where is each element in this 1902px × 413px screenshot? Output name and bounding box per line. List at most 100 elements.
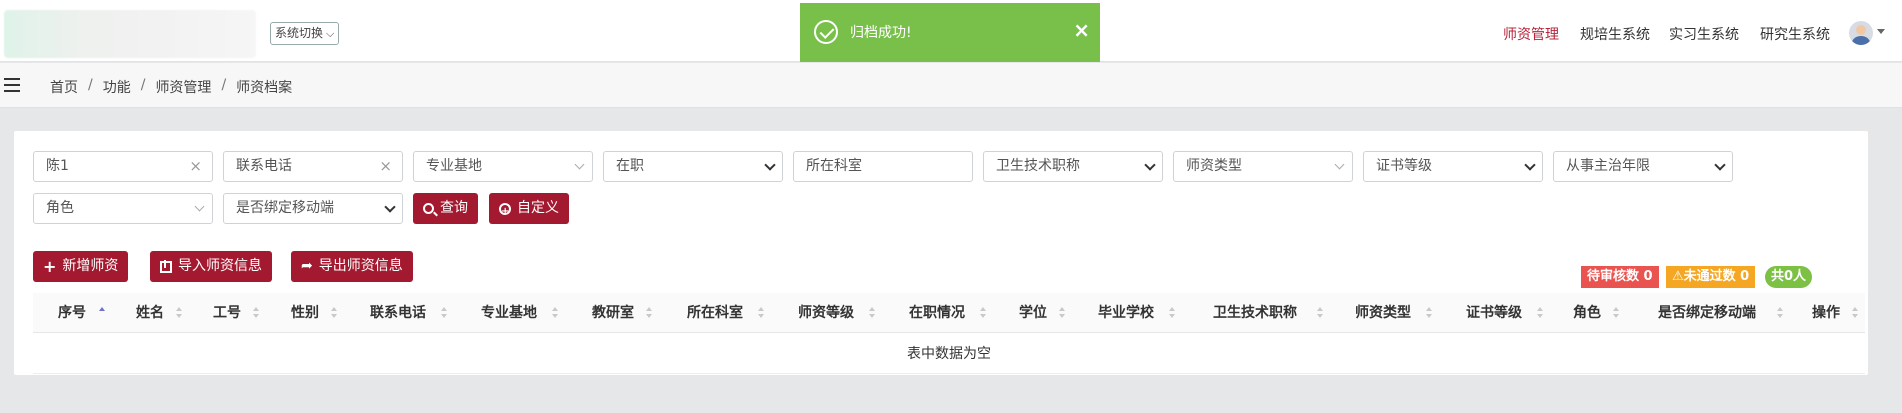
chevron-down-icon (1334, 159, 1345, 170)
column-header-actions[interactable]: 操作 (1812, 293, 1840, 333)
import-teacher-label: 导入师资信息 (178, 258, 262, 274)
sort-icon[interactable] (1613, 307, 1619, 319)
sort-icon[interactable] (1169, 307, 1175, 319)
plus-icon: + (43, 257, 57, 276)
cert-select[interactable]: 证书等级 (1363, 151, 1543, 182)
column-header-index[interactable]: 序号 (58, 293, 86, 333)
breadcrumb-teacher-archive: 师资档案 (236, 80, 293, 96)
nav-graduate-system[interactable]: 研究生系统 (1760, 24, 1830, 44)
column-header-school[interactable]: 毕业学校 (1098, 293, 1154, 333)
chevron-down-icon (1714, 159, 1726, 171)
user-avatar[interactable] (1849, 21, 1873, 45)
column-header-teaching-office[interactable]: 教研室 (592, 293, 634, 333)
sort-icon[interactable] (331, 307, 337, 319)
search-icon (423, 203, 434, 214)
export-teacher-label: 导出师资信息 (318, 258, 403, 274)
chevron-down-icon (194, 201, 205, 212)
success-toast: 归档成功! × (800, 3, 1100, 62)
import-icon (160, 259, 172, 273)
sort-icon[interactable] (1059, 307, 1065, 319)
failed-count-label: 未通过数 0 (1683, 269, 1750, 284)
sort-icon[interactable] (1317, 307, 1323, 319)
base-select-placeholder: 专业基地 (426, 158, 482, 174)
breadcrumb-teacher-management[interactable]: 师资管理 (155, 77, 211, 97)
sort-icon[interactable] (1426, 307, 1432, 319)
column-header-gender[interactable]: 性别 (291, 293, 319, 333)
dept-input[interactable]: 所在科室 (793, 151, 973, 182)
breadcrumb-home[interactable]: 首页 (50, 77, 78, 97)
chevron-down-icon (1144, 159, 1156, 171)
breadcrumb: 首页 / 功能 / 师资管理 / 师资档案 (50, 77, 292, 97)
column-header-teacher-level[interactable]: 师资等级 (798, 293, 854, 333)
import-teacher-button[interactable]: 导入师资信息 (150, 251, 272, 282)
nav-residency-system[interactable]: 规培生系统 (1580, 24, 1650, 44)
column-header-bind-mobile[interactable]: 是否绑定移动端 (1658, 293, 1756, 333)
sort-icon[interactable] (646, 307, 652, 319)
column-header-role[interactable]: 角色 (1573, 293, 1601, 333)
column-header-phone[interactable]: 联系电话 (370, 293, 426, 333)
sort-icon[interactable] (1852, 307, 1858, 319)
nav-intern-system[interactable]: 实习生系统 (1669, 24, 1739, 44)
caret-down-icon[interactable] (1877, 29, 1885, 34)
sort-icon[interactable] (253, 307, 259, 319)
breadcrumb-separator: / (140, 77, 146, 93)
base-select[interactable]: 专业基地 (413, 151, 593, 182)
chevron-down-icon (764, 159, 776, 171)
title-select[interactable]: 卫生技术职称 (983, 151, 1163, 182)
hamburger-menu-icon[interactable] (4, 78, 20, 92)
breadcrumb-function[interactable]: 功能 (103, 77, 131, 97)
sort-icon[interactable] (980, 307, 986, 319)
phone-input[interactable]: 联系电话 × (223, 151, 403, 182)
table-header: 序号 姓名 工号 性别 联系电话 专业基地 教研室 所在科室 师资等级 在职情况… (33, 293, 1865, 333)
chevron-down-icon (384, 201, 396, 213)
top-header: 系统切换 ⌵ 归档成功! × 师资管理 规培生系统 实习生系统 研究生系统 (0, 0, 1902, 62)
cert-select-value: 证书等级 (1376, 158, 1432, 174)
add-teacher-label: 新增师资 (62, 258, 119, 274)
clear-icon[interactable]: × (379, 152, 392, 181)
role-select[interactable]: 角色 (33, 193, 213, 224)
bind-mobile-select[interactable]: 是否绑定移动端 (223, 193, 403, 224)
pending-count-badge[interactable]: 待审核数 0 (1581, 266, 1659, 288)
check-circle-icon (814, 20, 838, 44)
share-arrow-icon: ➦ (301, 258, 313, 274)
clear-icon[interactable]: × (189, 152, 202, 181)
query-button[interactable]: 查询 (413, 193, 478, 224)
custom-button[interactable]: 自定义 (489, 193, 569, 227)
sort-icon[interactable] (869, 307, 875, 319)
nav-teacher-management[interactable]: 师资管理 (1503, 24, 1559, 44)
system-switch-dropdown[interactable]: 系统切换 ⌵ (270, 22, 340, 45)
sort-icon[interactable] (176, 307, 182, 319)
column-header-teacher-type[interactable]: 师资类型 (1355, 293, 1411, 333)
column-header-department[interactable]: 所在科室 (687, 293, 743, 333)
sort-icon[interactable] (1537, 307, 1543, 319)
export-teacher-button[interactable]: ➦ 导出师资信息 (291, 251, 413, 282)
breadcrumb-separator: / (88, 77, 93, 93)
sort-icon[interactable] (758, 307, 764, 319)
phone-input-placeholder: 联系电话 (236, 158, 292, 174)
warning-icon: ⚠ (1672, 269, 1684, 284)
years-select[interactable]: 从事主治年限 (1553, 151, 1733, 182)
breadcrumb-separator: / (221, 77, 227, 93)
column-header-name[interactable]: 姓名 (136, 293, 164, 333)
sort-asc-icon[interactable] (99, 307, 105, 319)
add-teacher-button[interactable]: + 新增师资 (33, 251, 129, 282)
system-switch-label: 系统切换 (275, 26, 324, 40)
name-input-value: 陈1 (46, 158, 69, 174)
teacher-type-select[interactable]: 师资类型 (1173, 151, 1353, 182)
column-header-base[interactable]: 专业基地 (481, 293, 537, 333)
status-select-value: 在职 (616, 158, 644, 174)
toast-close-button[interactable]: × (1073, 18, 1090, 42)
column-header-staff-id[interactable]: 工号 (213, 293, 241, 333)
name-input[interactable]: 陈1 × (33, 151, 213, 182)
column-header-cert-level[interactable]: 证书等级 (1466, 293, 1522, 333)
status-select[interactable]: 在职 (603, 151, 783, 182)
sort-icon[interactable] (1777, 307, 1783, 319)
column-header-degree[interactable]: 学位 (1019, 293, 1047, 333)
column-header-tech-title[interactable]: 卫生技术职称 (1213, 293, 1297, 333)
sort-icon[interactable] (552, 307, 558, 319)
sort-icon[interactable] (441, 307, 447, 319)
logo (4, 10, 256, 58)
failed-count-badge[interactable]: ⚠未通过数 0 (1666, 266, 1756, 288)
column-header-employment[interactable]: 在职情况 (909, 293, 965, 333)
toast-message: 归档成功! (850, 25, 912, 41)
